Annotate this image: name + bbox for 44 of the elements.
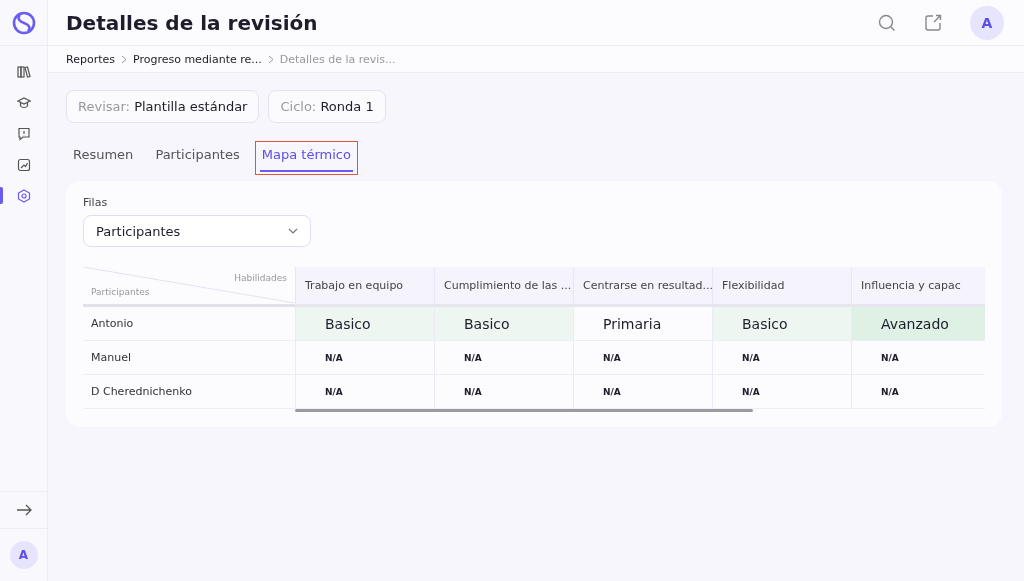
expand-arrow-icon[interactable] [15,504,32,516]
heatmap-cell: Basico [712,304,851,341]
tab[interactable]: Mapa térmico [259,144,353,172]
chevron-icon [120,54,127,64]
scrollbar-thumb[interactable] [295,409,753,412]
question-bubble-icon [16,126,31,141]
heatmap-cell: N/A [573,341,712,375]
heatmap-cell: N/A [851,341,985,375]
column-header: Cumplimiento de las ... [434,267,573,304]
tab[interactable]: Resumen [71,144,136,172]
heatmap-cell: Basico [434,304,573,341]
search-icon[interactable] [878,13,896,32]
chart-icon [16,157,31,172]
heatmap-cell: Basico [295,304,434,341]
page-title: Detalles de la revisión [66,10,318,35]
hexagon-icon [16,188,31,203]
heatmap-cell: N/A [434,341,573,375]
heatmap-cell: N/A [851,375,985,409]
user-avatar[interactable]: A [9,541,38,569]
chevron-icon [267,54,274,64]
heatmap-cell: N/A [712,341,851,375]
books-icon [16,64,31,79]
field-label: Filas [83,196,109,209]
tab[interactable]: Participantes [153,144,242,172]
share-icon[interactable] [924,13,942,32]
column-axis-label: Habilidades [234,273,287,283]
filter-chip[interactable]: Revisar: Plantilla estándar [66,90,260,123]
filter-chip[interactable]: Ciclo: Ronda 1 [268,90,386,123]
column-header: Centrarse en resultad... [573,267,712,304]
rows-dropdown[interactable]: Participantes [83,215,311,247]
breadcrumb-link[interactable]: Progreso mediante re... [132,52,262,66]
graduation-cap-icon [16,95,31,110]
user-avatar[interactable]: A [970,5,1004,40]
column-header: Influencia y capac [851,267,985,304]
heatmap-cell: N/A [295,341,434,375]
chevron-down-icon [288,228,298,234]
column-header: Trabajo en equipo [295,267,434,304]
row-axis-label: Participantes [91,287,150,297]
row-header: Manuel [83,341,295,375]
column-header: Flexibilidad [712,267,851,304]
heatmap-cell: Avanzado [851,304,985,341]
row-header: D Cherednichenko [83,375,295,409]
breadcrumb-link[interactable]: Reportes [66,52,115,66]
logo-icon[interactable] [11,10,36,35]
